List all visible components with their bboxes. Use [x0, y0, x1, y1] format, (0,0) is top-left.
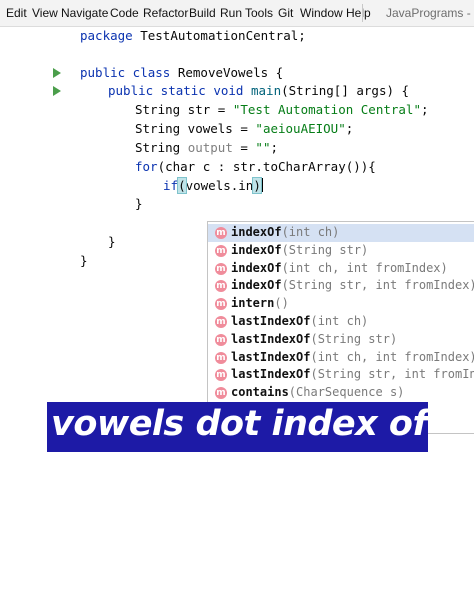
completion-signature: lastIndexOf(String str): [231, 331, 398, 346]
menu-code[interactable]: Code: [110, 6, 139, 20]
method-icon: m: [215, 227, 227, 239]
code-line: }: [108, 234, 116, 249]
run-main-gutter-icon[interactable]: [53, 86, 61, 96]
completion-item[interactable]: m indexOf(int ch, int fromIndex): [208, 260, 474, 278]
completion-signature: lastIndexOf(int ch): [231, 314, 369, 328]
completion-item[interactable]: m indexOf(String str, int fromIndex): [208, 277, 474, 295]
code-line: }: [80, 253, 88, 268]
completion-item[interactable]: m indexOf(int ch): [208, 224, 474, 242]
code-line: package TestAutomationCentral;: [80, 28, 306, 43]
text-cursor: [261, 178, 263, 192]
menu-run[interactable]: Run: [220, 6, 242, 20]
menu-separator: [362, 4, 363, 22]
completion-signature: indexOf(int ch, int fromIndex): [231, 260, 448, 275]
method-icon: m: [215, 280, 227, 293]
menu-git[interactable]: Git: [278, 6, 293, 20]
method-icon: m: [215, 262, 227, 275]
menu-bar: Edit View Navigate Code Refactor Build Run Tool…: [0, 0, 474, 27]
caption-banner: vowels dot index of: [47, 402, 428, 452]
menu-edit[interactable]: Edit: [6, 6, 27, 20]
menu-tools[interactable]: Tools: [245, 6, 273, 20]
completion-signature: lastIndexOf(int ch, int fromIndex): [231, 349, 474, 364]
completion-item[interactable]: m lastIndexOf(int ch, int fromIndex): [208, 349, 474, 367]
completion-signature: indexOf(int ch): [231, 225, 340, 239]
method-icon: m: [215, 244, 227, 257]
completion-signature: contains(CharSequence s): [231, 385, 405, 400]
completion-item[interactable]: m lastIndexOf(String str): [208, 331, 474, 349]
method-icon: m: [215, 333, 227, 346]
menu-help[interactable]: Help: [346, 6, 371, 20]
menu-refactor[interactable]: Refactor: [143, 6, 188, 20]
caption-text: vowels dot index of: [51, 404, 428, 444]
menu-view[interactable]: View: [32, 6, 58, 20]
completion-item[interactable]: m contains(CharSequence s): [208, 384, 474, 402]
run-class-gutter-icon[interactable]: [53, 68, 61, 78]
menu-navigate[interactable]: Navigate: [61, 6, 108, 20]
completion-signature: intern(): [231, 296, 289, 311]
code-line: String str = "Test Automation Central";: [135, 102, 429, 117]
completion-item[interactable]: m lastIndexOf(String str, int fromInd: [208, 366, 474, 384]
completion-item[interactable]: m lastIndexOf(int ch): [208, 313, 474, 331]
method-icon: m: [215, 298, 227, 311]
code-line: if(vowels.in): [163, 177, 263, 194]
completion-signature: indexOf(String str): [231, 242, 369, 257]
completion-item[interactable]: m indexOf(String str): [208, 242, 474, 260]
code-line: String vowels = "aeiouAEIOU";: [135, 121, 354, 136]
completion-signature: lastIndexOf(String str, int fromInd: [231, 367, 474, 382]
completion-signature: indexOf(String str, int fromIndex): [231, 278, 474, 293]
code-editor[interactable]: package TestAutomationCentral; public cla…: [0, 27, 474, 592]
method-icon: m: [215, 387, 227, 400]
code-line: public static void main(String[] args) {: [108, 83, 410, 98]
method-icon: m: [215, 351, 227, 364]
code-line: }: [135, 196, 143, 211]
menu-window[interactable]: Window: [300, 6, 343, 20]
method-icon: m: [215, 369, 227, 382]
window-title: JavaPrograms - Re: [386, 6, 474, 20]
code-line: for(char c : str.toCharArray()){: [135, 159, 376, 174]
completion-item[interactable]: m intern(): [208, 295, 474, 313]
method-icon: m: [215, 316, 227, 328]
code-line: public class RemoveVowels {: [80, 65, 284, 80]
menu-build[interactable]: Build: [189, 6, 216, 20]
code-line: String output = "";: [135, 140, 279, 155]
